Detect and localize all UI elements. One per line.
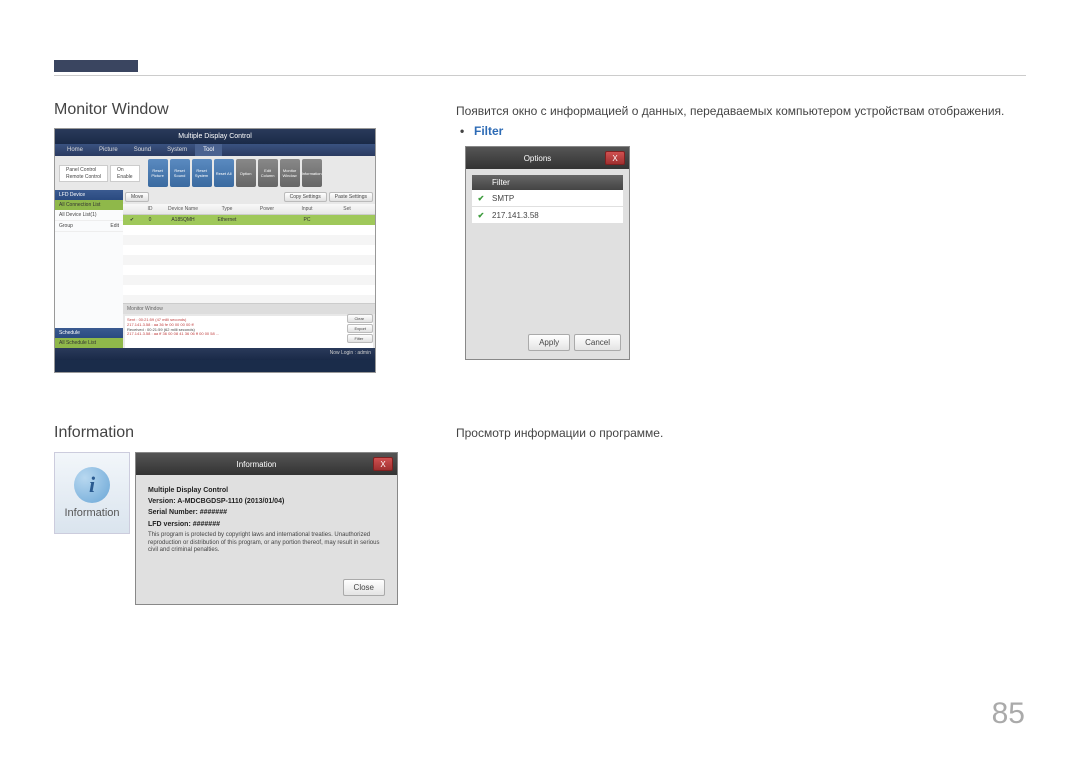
info-icon: i	[74, 467, 110, 503]
close-button[interactable]: Close	[343, 579, 385, 596]
info-titlebar: Information X	[136, 453, 397, 475]
reset-system-icon[interactable]: Reset System	[192, 159, 212, 187]
options-titlebar: Options X	[466, 147, 629, 169]
info-tile-label: Information	[64, 507, 119, 519]
panel-values: On Enable	[110, 165, 140, 182]
panel-control-group: Panel Control Remote Control	[59, 165, 108, 182]
information-icon[interactable]: Information	[302, 159, 322, 187]
close-icon[interactable]: X	[605, 151, 625, 165]
edit-column-icon[interactable]: Edit Column	[258, 159, 278, 187]
check-icon: ✔	[476, 193, 486, 203]
filter-bullet: Filter	[474, 124, 503, 138]
filter-column-header: Filter	[472, 175, 623, 190]
cancel-button[interactable]: Cancel	[574, 334, 621, 351]
info-note: This program is protected by copyright l…	[148, 532, 385, 555]
reset-sound-icon[interactable]: Reset Sound	[170, 159, 190, 187]
page-number: 85	[992, 697, 1025, 731]
export-button[interactable]: Export	[347, 324, 373, 333]
reset-picture-icon[interactable]: Reset Picture	[148, 159, 168, 187]
close-icon[interactable]: X	[373, 457, 393, 471]
reset-all-icon[interactable]: Reset All	[214, 159, 234, 187]
options-title: Options	[470, 154, 605, 163]
mdc-tabs: Home Picture Sound System Tool	[55, 144, 375, 156]
information-tile[interactable]: i Information	[54, 452, 130, 534]
header-divider	[54, 75, 1026, 76]
filter-row-smtp[interactable]: ✔ SMTP	[472, 190, 623, 207]
mdc-tab-system[interactable]: System	[159, 144, 195, 156]
filter-row-ip[interactable]: ✔ 217.141.3.58	[472, 207, 623, 224]
monitor-panel-title: Monitor Window	[123, 304, 375, 314]
mdc-tab-picture[interactable]: Picture	[91, 144, 126, 156]
section-title-information: Information	[54, 424, 134, 442]
filter-button[interactable]: Filter	[347, 334, 373, 343]
sidebar-schedule-list[interactable]: All Schedule List	[55, 338, 123, 348]
info-dialog-title: Information	[140, 460, 373, 469]
sidebar-lfd-header: LFD Device	[55, 190, 123, 200]
mdc-tab-tool[interactable]: Tool	[195, 144, 222, 156]
sidebar-schedule-header: Schedule	[55, 328, 123, 338]
sidebar-device-list[interactable]: All Device List(1)	[55, 210, 123, 221]
mdc-main: Move Copy Settings Paste Settings ID Dev…	[123, 190, 375, 348]
move-button[interactable]: Move	[125, 192, 149, 202]
mdc-sidebar: LFD Device All Connection List All Devic…	[55, 190, 123, 348]
grid-row[interactable]: ✔ 0 A185QMH Ethernet PC	[123, 215, 375, 225]
information-dialog: Information X Multiple Display Control V…	[135, 452, 398, 605]
mdc-screenshot: Multiple Display Control Home Picture So…	[54, 128, 376, 373]
section-title-monitor-window: Monitor Window	[54, 101, 169, 119]
info-serial: Serial Number: #######	[148, 507, 385, 518]
mdc-tab-sound[interactable]: Sound	[126, 144, 159, 156]
information-description: Просмотр информации о программе.	[456, 426, 663, 440]
option-icon[interactable]: Option	[236, 159, 256, 187]
grid-header: ID Device Name Type Power Input Set	[123, 204, 375, 215]
info-product: Multiple Display Control	[148, 485, 385, 496]
monitor-panel: Monitor Window Sent : 00:21:59 (47 milli…	[123, 303, 375, 348]
mdc-toolbar: Panel Control Remote Control On Enable R…	[55, 156, 375, 190]
mdc-main-buttons: Move Copy Settings Paste Settings	[123, 190, 375, 204]
mdc-statusbar: Now Login : admin	[55, 348, 375, 360]
monitor-log: Sent : 00:21:59 (47 milli seconds) 217.1…	[125, 316, 373, 348]
monitor-window-description: Появится окно с информацией о данных, пе…	[456, 104, 1004, 118]
paste-settings-button[interactable]: Paste Settings	[329, 192, 373, 202]
grid-empty	[123, 225, 375, 303]
monitor-window-icon[interactable]: Monitor Window	[280, 159, 300, 187]
options-dialog: Options X Filter ✔ SMTP ✔ 217.141.3.58 A…	[465, 146, 630, 360]
check-icon: ✔	[476, 210, 486, 220]
mdc-title: Multiple Display Control	[55, 129, 375, 144]
info-lfd: LFD version: #######	[148, 519, 385, 530]
sidebar-group[interactable]: Group Edit	[55, 221, 123, 232]
clear-button[interactable]: Clear	[347, 314, 373, 323]
copy-settings-button[interactable]: Copy Settings	[284, 192, 327, 202]
mdc-tab-home[interactable]: Home	[59, 144, 91, 156]
info-version: Version: A-MDCBGDSP-1110 (2013/01/04)	[148, 496, 385, 507]
apply-button[interactable]: Apply	[528, 334, 570, 351]
header-accent	[54, 60, 138, 72]
sidebar-conn-list[interactable]: All Connection List	[55, 200, 123, 210]
